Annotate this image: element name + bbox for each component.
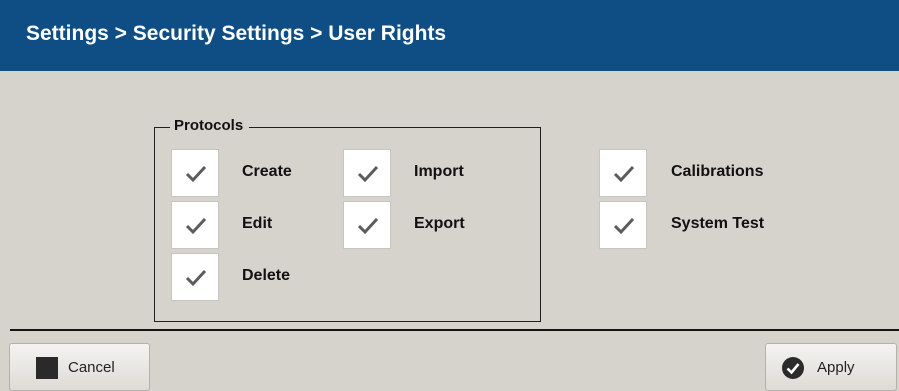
calibrations-checkbox[interactable]: [599, 149, 647, 197]
export-label: Export: [414, 215, 465, 232]
edit-label: Edit: [242, 215, 273, 232]
checkmark-circle-icon: [782, 357, 804, 379]
protocols-group-legend: Protocols: [170, 117, 250, 134]
create-label: Create: [242, 163, 292, 180]
checkmark-icon: [613, 217, 635, 235]
user-rights-panel: Protocols Create Import Edit Export Dele…: [0, 71, 899, 328]
delete-checkbox[interactable]: [171, 253, 219, 301]
checkmark-icon: [185, 165, 207, 183]
breadcrumb: Settings > Security Settings > User Righ…: [26, 22, 447, 45]
import-checkbox[interactable]: [343, 149, 391, 197]
checkmark-icon: [357, 165, 379, 183]
checkmark-icon: [613, 165, 635, 183]
cancel-button[interactable]: Cancel: [9, 343, 150, 391]
edit-checkbox[interactable]: [171, 201, 219, 249]
apply-button-label: Apply: [817, 359, 855, 376]
apply-button[interactable]: Apply: [765, 343, 897, 391]
calibrations-label: Calibrations: [671, 163, 764, 180]
checkmark-icon: [185, 269, 207, 287]
stop-icon: [36, 357, 58, 379]
checkmark-icon: [185, 217, 207, 235]
header-bar: Settings > Security Settings > User Righ…: [0, 0, 899, 71]
delete-label: Delete: [242, 267, 291, 284]
export-checkbox[interactable]: [343, 201, 391, 249]
checkmark-icon: [357, 217, 379, 235]
system-test-checkbox[interactable]: [599, 201, 647, 249]
footer-bar: Cancel Apply: [0, 331, 899, 391]
cancel-button-label: Cancel: [68, 359, 115, 376]
import-label: Import: [414, 163, 464, 180]
create-checkbox[interactable]: [171, 149, 219, 197]
system-test-label: System Test: [671, 215, 765, 232]
